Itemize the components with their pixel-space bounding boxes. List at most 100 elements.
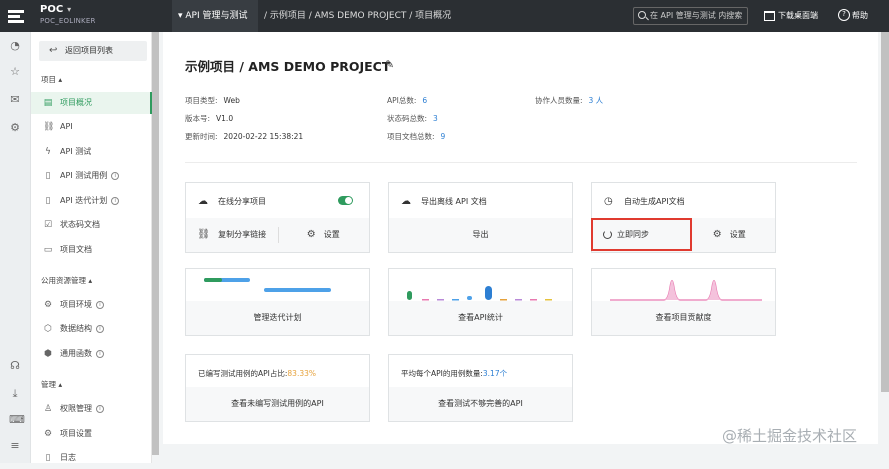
export-title: 导出离线 API 文档 <box>421 197 487 206</box>
meta-doc-total: 项目文档总数: 9 <box>387 131 445 142</box>
sidebar-item-iteration-plan[interactable]: ▯ API 迭代计划 i <box>31 190 152 212</box>
settings-icon: ⚙ <box>43 429 53 439</box>
info-icon: i <box>96 404 104 413</box>
copy-share-link-label: 复制分享链接 <box>218 230 267 239</box>
main-panel: 示例项目 / AMS DEMO PROJECT ✎ 项目类型: Web 版本号: V… <box>163 32 878 444</box>
sidebar-item-status-codes[interactable]: ☑ 状态码文档 <box>31 214 152 236</box>
sidebar-item-functions[interactable]: ⬢ 通用函数 i <box>31 343 152 365</box>
cloud-download-icon: ☁ <box>401 196 411 207</box>
view-incomplete-tests-button[interactable]: 查看测试不够完善的API <box>389 387 572 421</box>
export-card: ☁ 导出离线 API 文档 导出 <box>388 182 573 253</box>
project-switcher[interactable]: POC ▾ <box>40 4 71 15</box>
autogen-settings-label: 设置 <box>729 230 746 239</box>
sidebar-item-data-structure[interactable]: ⬡ 数据结构 i <box>31 318 152 340</box>
back-to-projects-button[interactable]: 返回项目列表 <box>39 41 147 61</box>
meta-label: 项目文档总数: <box>387 132 435 141</box>
share-settings-button[interactable]: ⚙ 设置 <box>278 218 370 252</box>
sidebar-item-overview[interactable]: ▤ 项目概况 <box>31 92 152 114</box>
meta-value[interactable]: 3 人 <box>589 96 604 105</box>
star-icon[interactable]: ☆ <box>9 66 21 78</box>
inbox-icon[interactable]: ✉ <box>9 94 21 106</box>
meta-value: V1.0 <box>216 114 234 123</box>
sync-now-button[interactable]: 立即同步 <box>591 218 692 251</box>
timer-icon: ◷ <box>604 196 613 207</box>
info-icon: i <box>111 196 120 205</box>
top-bar: POC ▾ POC_EOLINKER ▾ API 管理与测试 / 示例项目 / A… <box>0 0 889 32</box>
view-api-stats-button[interactable]: 查看API统计 <box>389 301 572 335</box>
copy-share-link-button[interactable]: ⛓ 复制分享链接 <box>186 218 278 252</box>
api-stats-card: 查看API统计 <box>388 268 573 336</box>
sidebar-scrollbar[interactable] <box>152 32 159 455</box>
meta-updated: 更新时间: 2020-02-22 15:38:21 <box>185 131 303 142</box>
headset-icon[interactable]: ☊ <box>9 360 21 372</box>
manage-iteration-button[interactable]: 管理迭代计划 <box>186 301 369 335</box>
meta-label: 状态码总数: <box>387 114 428 123</box>
coverage-value: 83.33% <box>287 369 317 378</box>
meta-api-total: API总数: 6 <box>387 95 427 106</box>
meta-value[interactable]: 3 <box>433 114 438 123</box>
sidebar: 返回项目列表 项目 ▴ ▤ 项目概况 ⛓ API ϟ API 测试 ▯ API 测试用例… <box>31 32 152 463</box>
avg-cases-value: 3.17个 <box>482 369 508 378</box>
menu-icon[interactable]: ≡ <box>9 440 21 452</box>
share-title: 在线分享项目 <box>218 197 266 206</box>
sidebar-item-log[interactable]: ▯ 日志 <box>31 447 152 469</box>
sidebar-group-project[interactable]: 项目 ▴ <box>41 74 62 85</box>
main-scrollbar[interactable] <box>881 32 889 392</box>
sidebar-item-label: 项目环境 <box>60 300 92 309</box>
search-placeholder: 在 API 管理与测试 内搜索 <box>650 11 743 20</box>
avg-cases-label: 平均每个API的用例数量: <box>401 369 483 378</box>
iteration-card: 管理迭代计划 <box>185 268 370 336</box>
help-button[interactable]: 帮助 <box>838 9 868 21</box>
settings-icon[interactable]: ⚙ <box>9 122 21 134</box>
sidebar-item-api-test[interactable]: ϟ API 测试 <box>31 141 152 163</box>
sidebar-item-project-docs[interactable]: ▭ 项目文档 <box>31 239 152 261</box>
export-card-header: ☁ 导出离线 API 文档 <box>389 183 572 220</box>
meta-value: Web <box>223 96 240 105</box>
export-button[interactable]: 导出 <box>389 218 572 252</box>
sidebar-item-label: API 迭代计划 <box>60 196 108 205</box>
app-logo-icon[interactable] <box>6 6 26 26</box>
info-icon: i <box>111 171 120 180</box>
sidebar-item-environment[interactable]: ⚙ 项目环境 i <box>31 294 152 316</box>
gear-icon: ⚙ <box>712 229 722 240</box>
sidebar-item-permissions[interactable]: ♙ 权限管理 i <box>31 398 152 420</box>
autogen-settings-button[interactable]: ⚙ 设置 <box>684 218 776 252</box>
meta-label: 版本号: <box>185 114 211 123</box>
sidebar-item-label: 日志 <box>60 453 76 462</box>
module-tab[interactable]: ▾ API 管理与测试 <box>172 0 258 32</box>
sidebar-group-public[interactable]: 公用资源管理 ▴ <box>41 275 92 286</box>
sidebar-item-project-settings[interactable]: ⚙ 项目设置 <box>31 423 152 445</box>
icon-rail: ◔ ☆ ✉ ⚙ ☊ ⤓ ⌨ ≡ <box>0 32 31 463</box>
view-contribution-button[interactable]: 查看项目贡献度 <box>592 301 775 335</box>
view-untested-api-button[interactable]: 查看未编写测试用例的API <box>186 387 369 421</box>
gear-icon: ⚙ <box>306 229 316 240</box>
meta-version: 版本号: V1.0 <box>185 113 233 124</box>
sidebar-group-manage[interactable]: 管理 ▴ <box>41 379 62 390</box>
datastructure-icon: ⬡ <box>44 324 52 334</box>
search-input[interactable]: 在 API 管理与测试 内搜索 <box>633 7 748 25</box>
edit-pencil-icon[interactable]: ✎ <box>385 58 394 71</box>
sidebar-item-api[interactable]: ⛓ API <box>31 116 152 138</box>
permission-icon: ♙ <box>43 404 53 414</box>
environment-icon: ⚙ <box>43 300 53 310</box>
meta-collaborators: 协作人员数量: 3 人 <box>535 95 603 106</box>
divider <box>185 162 857 163</box>
sidebar-item-label: 权限管理 <box>60 404 92 413</box>
sidebar-item-label: API <box>60 122 73 131</box>
link-icon: ⛓ <box>197 229 211 240</box>
bell-icon[interactable]: ◔ <box>9 40 21 52</box>
sidebar-item-test-cases[interactable]: ▯ API 测试用例 i <box>31 165 152 187</box>
log-icon: ▯ <box>45 453 51 463</box>
share-toggle[interactable] <box>338 196 353 205</box>
sidebar-item-label: 数据结构 <box>60 324 92 333</box>
avg-cases-text: 平均每个API的用例数量:3.17个 <box>401 368 507 379</box>
meta-status-code-total: 状态码总数: 3 <box>387 113 438 124</box>
meta-value[interactable]: 9 <box>441 132 446 141</box>
keyboard-icon[interactable]: ⌨ <box>9 414 25 426</box>
coverage-text: 已编写测试用例的API占比:83.33% <box>198 368 316 379</box>
download-icon[interactable]: ⤓ <box>9 388 21 400</box>
document-icon: ▭ <box>43 245 53 255</box>
download-desktop-button[interactable]: 下载桌面端 <box>764 10 818 21</box>
meta-value[interactable]: 6 <box>422 96 427 105</box>
meta-value: 2020-02-22 15:38:21 <box>223 132 304 141</box>
